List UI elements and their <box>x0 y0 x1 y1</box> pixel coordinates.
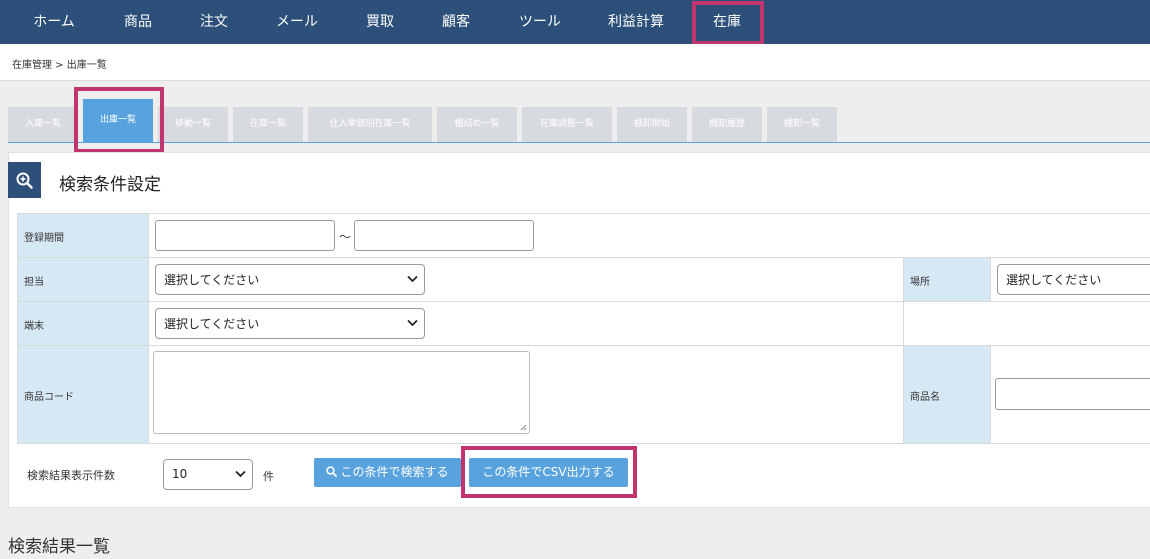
period-end-input[interactable] <box>354 220 534 251</box>
tab-shipping-highlight <box>74 87 164 153</box>
staff-select-value: 選択してください <box>164 273 260 287</box>
nav-inventory-highlight <box>692 1 764 45</box>
breadcrumb-bar: 在庫管理 > 出庫一覧 <box>0 44 1150 81</box>
tab-underline <box>8 142 1150 143</box>
nav-mail[interactable]: メール <box>276 0 318 44</box>
chevron-down-icon <box>407 319 418 327</box>
nav-customers[interactable]: 顧客 <box>442 0 470 44</box>
location-label: 場所 <box>910 277 930 288</box>
tab-adjustment-list[interactable]: 在庫調整一覧 <box>522 107 612 142</box>
results-count-select[interactable]: 10 <box>163 459 253 490</box>
nav-tools[interactable]: ツール <box>519 0 561 44</box>
product-name-input[interactable] <box>995 378 1150 410</box>
resize-handle-icon[interactable] <box>520 424 527 431</box>
csv-button-highlight <box>461 446 637 498</box>
tab-stocktake-list[interactable]: 棚卸一覧 <box>767 107 837 142</box>
search-panel-icon-box <box>8 162 41 198</box>
terminal-label: 端末 <box>24 321 44 332</box>
terminal-select[interactable]: 選択してください <box>155 308 425 339</box>
top-navigation: ホーム 商品 注文 メール 買取 顧客 ツール 利益計算 在庫 <box>0 0 1150 44</box>
product-code-label: 商品コード <box>24 392 74 403</box>
zoom-in-icon <box>16 172 33 189</box>
product-name-label: 商品名 <box>910 392 940 403</box>
location-select[interactable]: 選択してください <box>997 264 1150 295</box>
period-tilde: 〜 <box>339 230 352 244</box>
nav-products[interactable]: 商品 <box>124 0 152 44</box>
staff-label: 担当 <box>24 277 44 288</box>
tab-shelf-list[interactable]: 棚詰め一覧 <box>437 107 517 142</box>
tab-receiving-list[interactable]: 入庫一覧 <box>8 107 78 142</box>
chevron-down-icon <box>235 470 246 478</box>
nav-profit[interactable]: 利益計算 <box>608 0 664 44</box>
search-button[interactable]: この条件で検索する <box>314 458 461 487</box>
product-code-textarea[interactable] <box>153 351 530 434</box>
tab-transfer-list[interactable]: 移動一覧 <box>158 107 228 142</box>
period-label: 登録期間 <box>24 233 64 244</box>
results-count-unit: 件 <box>263 470 274 483</box>
results-count-value: 10 <box>172 467 188 481</box>
panel-title: 検索条件設定 <box>59 175 161 195</box>
period-start-input[interactable] <box>155 220 335 251</box>
chevron-down-icon <box>407 275 418 283</box>
tab-stock-list[interactable]: 在庫一覧 <box>233 107 303 142</box>
breadcrumb: 在庫管理 > 出庫一覧 <box>12 60 107 71</box>
terminal-select-value: 選択してください <box>164 317 260 331</box>
location-select-value: 選択してください <box>1006 273 1102 287</box>
results-count-label: 検索結果表示件数 <box>27 469 115 482</box>
nav-orders[interactable]: 注文 <box>200 0 228 44</box>
search-button-label: この条件で検索する <box>340 465 449 479</box>
tab-stocktake-history[interactable]: 棚卸履歴 <box>692 107 762 142</box>
nav-home[interactable]: ホーム <box>33 0 75 44</box>
search-icon <box>326 466 338 477</box>
tab-stocktake-start[interactable]: 棚卸開始 <box>617 107 687 142</box>
nav-purchase[interactable]: 買取 <box>366 0 394 44</box>
empty-cell <box>903 301 1150 346</box>
staff-select[interactable]: 選択してください <box>155 264 425 295</box>
tab-stock-by-cost[interactable]: 仕入単価別在庫一覧 <box>308 107 432 142</box>
results-title: 検索結果一覧 <box>8 537 110 557</box>
